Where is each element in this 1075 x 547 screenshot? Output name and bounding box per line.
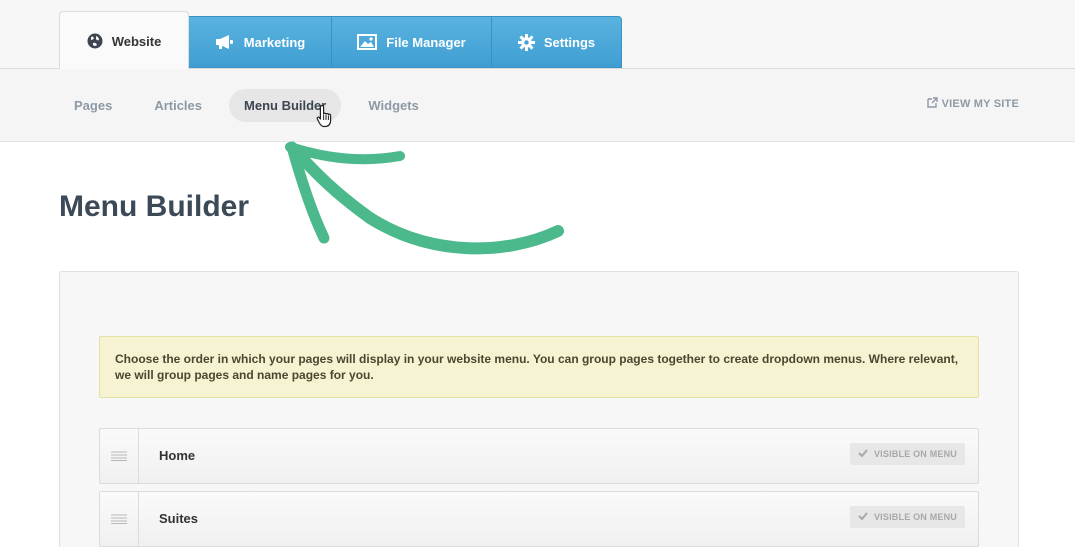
visible-on-menu-toggle[interactable]: VISIBLE ON MENU [849, 443, 965, 465]
menu-item-row[interactable]: Home VISIBLE ON MENU [99, 428, 979, 484]
checkmark-icon [858, 449, 868, 459]
menu-item-label: Suites [159, 511, 199, 526]
visibility-status: VISIBLE ON MENU [873, 512, 957, 522]
hand-cursor-icon [316, 104, 334, 133]
tab-label: Marketing [243, 34, 306, 50]
drag-handle-icon[interactable] [100, 492, 139, 546]
view-site-label: VIEW MY SITE [941, 98, 1019, 110]
globe-icon [87, 33, 103, 49]
tab-marketing[interactable]: Marketing [189, 16, 332, 68]
tab-website[interactable]: Website [59, 11, 189, 70]
view-my-site-link[interactable]: VIEW MY SITE [926, 97, 1019, 111]
sub-nav: Pages Articles Menu Builder Widgets [59, 89, 446, 122]
subnav-articles[interactable]: Articles [139, 89, 217, 122]
subnav-pages[interactable]: Pages [59, 89, 127, 122]
page-title: Menu Builder [59, 190, 250, 223]
gear-icon [517, 33, 535, 51]
drag-handle-icon[interactable] [100, 429, 139, 483]
tab-settings[interactable]: Settings [492, 16, 622, 68]
sub-nav-bar: Pages Articles Menu Builder Widgets VIEW… [0, 69, 1075, 142]
tab-file-manager[interactable]: File Manager [332, 16, 492, 68]
tab-label: Settings [543, 34, 596, 50]
image-icon [357, 34, 378, 50]
annotation-arrow-icon [280, 138, 570, 268]
tab-label: Website [111, 33, 162, 49]
visible-on-menu-toggle[interactable]: VISIBLE ON MENU [849, 506, 965, 528]
checkmark-icon [858, 512, 868, 522]
top-nav-bar: Website Marketing File Manager Settings [0, 0, 1075, 70]
external-link-icon [926, 97, 938, 111]
subnav-widgets[interactable]: Widgets [353, 89, 433, 122]
megaphone-icon [215, 34, 235, 50]
tab-label: File Manager [386, 34, 466, 50]
info-notice: Choose the order in which your pages wil… [99, 336, 979, 398]
visibility-status: VISIBLE ON MENU [873, 449, 957, 459]
main-tabs: Website Marketing File Manager Settings [59, 11, 622, 70]
menu-item-row[interactable]: Suites VISIBLE ON MENU [99, 491, 979, 547]
menu-item-label: Home [159, 448, 196, 463]
